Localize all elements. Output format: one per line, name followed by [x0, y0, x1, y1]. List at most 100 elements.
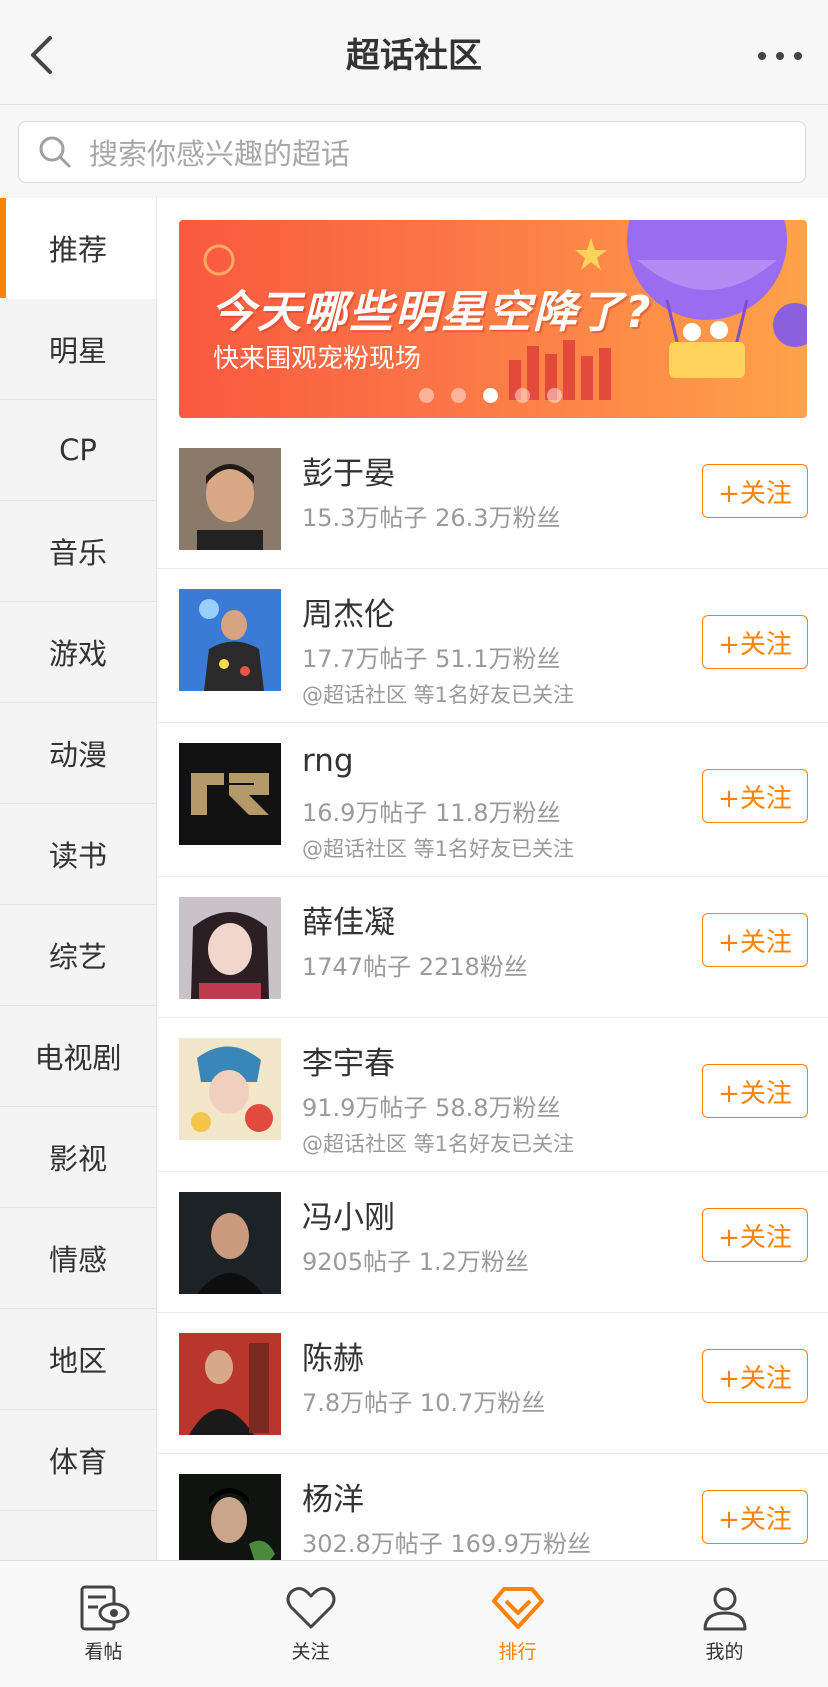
carousel-dot[interactable]	[451, 388, 466, 403]
sidebar-item-recommend[interactable]: 推荐	[0, 198, 156, 299]
tab-label: 关注	[291, 1641, 330, 1663]
sidebar-item-label: 明星	[48, 334, 107, 368]
sidebar-item-label: 音乐	[48, 536, 107, 570]
topic-name: rng	[302, 743, 354, 779]
sidebar-item-label: 综艺	[48, 940, 107, 974]
banner-title: 今天哪些明星空降了?	[211, 287, 653, 338]
sidebar-item-games[interactable]: 游戏	[0, 602, 156, 703]
avatar	[179, 1038, 281, 1140]
tab-following[interactable]: 关注	[207, 1561, 414, 1687]
avatar	[179, 897, 281, 999]
topic-stats: 91.9万帖子 58.8万粉丝	[302, 1094, 561, 1122]
list-item[interactable]: 李宇春 91.9万帖子 58.8万粉丝 @超话社区 等1名好友已关注 +关注	[157, 1018, 828, 1172]
main-content: 今天哪些明星空降了? 快来围观宠粉现场 彭于晏 15.3万帖子 26.3万粉丝 …	[157, 198, 828, 1560]
list-item[interactable]: 薛佳凝 1747帖子 2218粉丝 +关注	[157, 877, 828, 1018]
search-bar: 搜索你感兴趣的超话	[0, 105, 828, 197]
topic-name: 杨洋	[302, 1482, 364, 1518]
sidebar-item-music[interactable]: 音乐	[0, 501, 156, 602]
banner-subtitle: 快来围观宠粉现场	[213, 344, 422, 374]
follow-button[interactable]: +关注	[702, 913, 808, 967]
carousel-dot[interactable]	[419, 388, 434, 403]
sidebar-item-emotion[interactable]: 情感	[0, 1208, 156, 1309]
sidebar-item-label: 读书	[48, 839, 107, 873]
follow-button[interactable]: +关注	[702, 615, 808, 669]
sidebar-item-label: CP	[59, 433, 97, 467]
topic-stats: 9205帖子 1.2万粉丝	[302, 1248, 529, 1276]
nav-bar: 超话社区	[0, 0, 828, 105]
super-topic-list: 彭于晏 15.3万帖子 26.3万粉丝 +关注 周杰伦 17.7万帖子 51.1…	[157, 428, 828, 1560]
heart-icon	[286, 1587, 335, 1629]
more-options-icon[interactable]	[750, 36, 810, 76]
list-item[interactable]: 杨洋 302.8万帖子 169.9万粉丝 +关注	[157, 1454, 828, 1560]
topic-stats: 7.8万帖子 10.7万粉丝	[302, 1389, 546, 1417]
topic-stats: 17.7万帖子 51.1万粉丝	[302, 645, 561, 673]
topic-name: 周杰伦	[302, 597, 395, 633]
diamond-rank-icon	[491, 1587, 544, 1629]
sidebar-item-label: 电视剧	[34, 1041, 122, 1075]
list-item[interactable]: 彭于晏 15.3万帖子 26.3万粉丝 +关注	[157, 428, 828, 569]
follow-button[interactable]: +关注	[702, 1490, 808, 1544]
follow-button[interactable]: +关注	[702, 1349, 808, 1403]
sidebar-item-anime[interactable]: 动漫	[0, 703, 156, 804]
back-arrow-icon[interactable]	[18, 30, 68, 80]
topic-stats: 16.9万帖子 11.8万粉丝	[302, 799, 561, 827]
friends-following-note: @超话社区 等1名好友已关注	[302, 837, 575, 861]
avatar	[179, 1333, 281, 1435]
topic-stats: 1747帖子 2218粉丝	[302, 953, 528, 981]
topic-name: 彭于晏	[302, 456, 395, 492]
sidebar-item-label: 游戏	[48, 637, 107, 671]
sidebar-item-variety[interactable]: 综艺	[0, 905, 156, 1006]
friends-following-note: @超话社区 等1名好友已关注	[302, 1132, 575, 1156]
promo-banner[interactable]: 今天哪些明星空降了? 快来围观宠粉现场	[179, 220, 807, 418]
topic-name: 薛佳凝	[302, 905, 395, 941]
carousel-dot[interactable]	[515, 388, 530, 403]
tab-label: 看帖	[84, 1641, 123, 1663]
sidebar-item-label: 动漫	[48, 738, 107, 772]
avatar	[179, 589, 281, 691]
topic-name: 冯小刚	[302, 1200, 395, 1236]
read-post-icon	[80, 1585, 129, 1631]
sidebar-item-tv-drama[interactable]: 电视剧	[0, 1006, 156, 1107]
avatar	[179, 1192, 281, 1294]
tab-label: 排行	[498, 1641, 537, 1663]
tab-label: 我的	[705, 1641, 744, 1663]
sidebar-item-film[interactable]: 影视	[0, 1107, 156, 1208]
bottom-tab-bar: 看帖 关注 排行 我的	[0, 1560, 828, 1687]
topic-name: 李宇春	[302, 1046, 395, 1082]
list-item[interactable]: 陈赫 7.8万帖子 10.7万粉丝 +关注	[157, 1313, 828, 1454]
sidebar-item-books[interactable]: 读书	[0, 804, 156, 905]
sidebar-item-label: 推荐	[48, 233, 107, 267]
sidebar-item-region[interactable]: 地区	[0, 1309, 156, 1410]
topic-name: 陈赫	[302, 1341, 364, 1377]
search-input[interactable]: 搜索你感兴趣的超话	[18, 121, 806, 183]
tab-mine[interactable]: 我的	[621, 1561, 828, 1687]
follow-button[interactable]: +关注	[702, 1064, 808, 1118]
carousel-dot[interactable]	[547, 388, 562, 403]
sidebar-item-label: 体育	[48, 1445, 107, 1479]
list-item[interactable]: 冯小刚 9205帖子 1.2万粉丝 +关注	[157, 1172, 828, 1313]
profile-icon	[703, 1587, 746, 1631]
search-placeholder: 搜索你感兴趣的超话	[89, 137, 351, 171]
list-item[interactable]: 周杰伦 17.7万帖子 51.1万粉丝 @超话社区 等1名好友已关注 +关注	[157, 569, 828, 723]
avatar	[179, 743, 281, 845]
page-title: 超话社区	[346, 35, 482, 76]
avatar	[179, 448, 281, 550]
sidebar-item-sports[interactable]: 体育	[0, 1410, 156, 1511]
carousel-indicator	[419, 388, 579, 403]
sidebar-item-label: 影视	[48, 1142, 107, 1176]
tab-ranking[interactable]: 排行	[414, 1561, 621, 1687]
follow-button[interactable]: +关注	[702, 1208, 808, 1262]
avatar	[179, 1474, 281, 1560]
topic-stats: 302.8万帖子 169.9万粉丝	[302, 1530, 592, 1558]
tab-read-posts[interactable]: 看帖	[0, 1561, 207, 1687]
category-sidebar: 推荐 明星 CP 音乐 游戏 动漫 读书 综艺 电视剧 影视 情感 地区 体育	[0, 198, 157, 1560]
list-item[interactable]: rng 16.9万帖子 11.8万粉丝 @超话社区 等1名好友已关注 +关注	[157, 723, 828, 877]
sidebar-item-label: 地区	[48, 1344, 107, 1378]
follow-button[interactable]: +关注	[702, 464, 808, 518]
topic-stats: 15.3万帖子 26.3万粉丝	[302, 504, 561, 532]
sidebar-item-cp[interactable]: CP	[0, 400, 156, 501]
sidebar-item-stars[interactable]: 明星	[0, 299, 156, 400]
carousel-dot-active[interactable]	[483, 388, 498, 403]
follow-button[interactable]: +关注	[702, 769, 808, 823]
friends-following-note: @超话社区 等1名好友已关注	[302, 683, 575, 707]
